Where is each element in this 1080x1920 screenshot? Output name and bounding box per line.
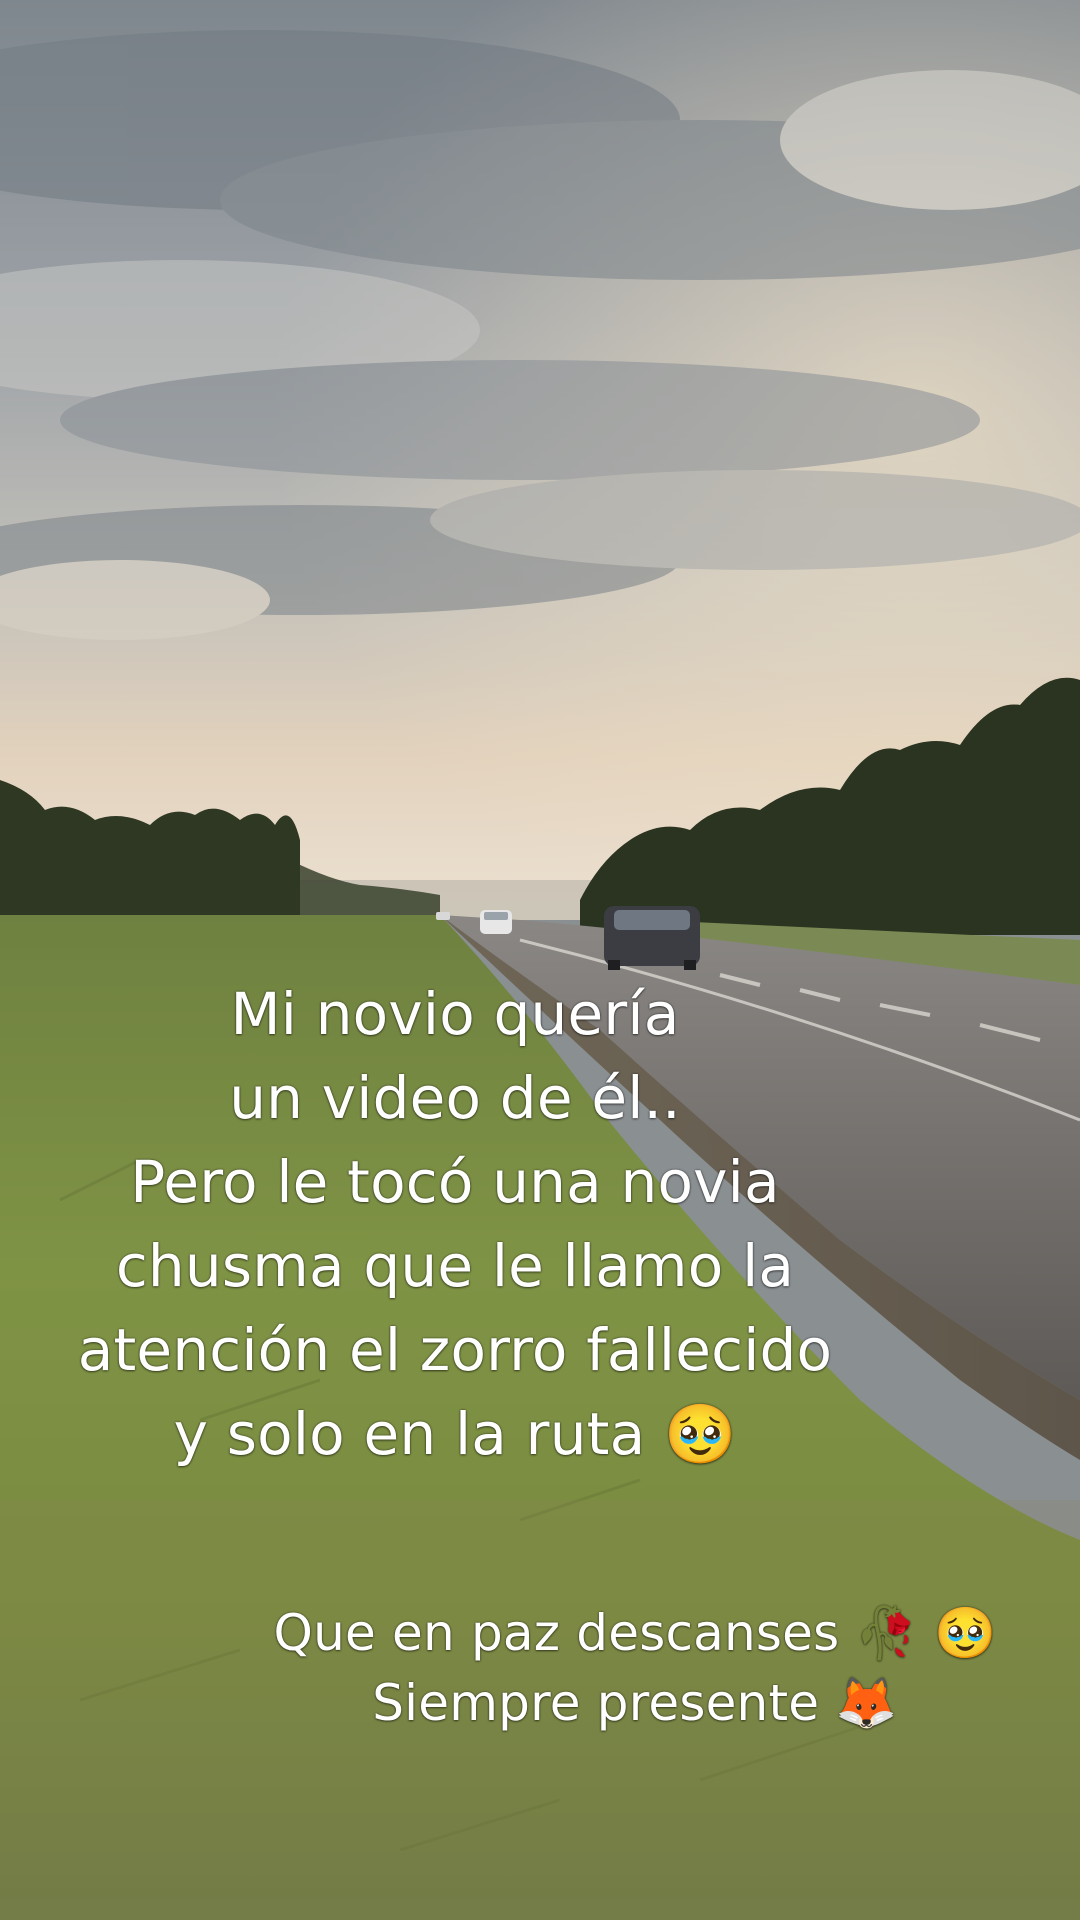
sub-caption-line-1: Que en paz descanses 🥀 🥹: [273, 1604, 997, 1662]
main-caption-line-4: chusma que le llamo la: [115, 1232, 795, 1300]
main-caption-line-3: Pero le tocó una novia: [130, 1148, 780, 1216]
main-caption: Mi novio quería un video de él.. Pero le…: [30, 972, 880, 1476]
car-far: [480, 910, 512, 934]
main-caption-line-6: y solo en la ruta 🥹: [173, 1400, 737, 1468]
main-caption-line-2: un video de él..: [229, 1064, 681, 1132]
car-near: [604, 906, 700, 970]
sub-caption: Que en paz descanses 🥀 🥹 Siempre present…: [240, 1598, 1030, 1738]
sub-caption-line-2: Siempre presente 🦊: [372, 1674, 898, 1732]
main-caption-line-1: Mi novio quería: [230, 980, 680, 1048]
main-caption-line-5: atención el zorro fallecido: [77, 1316, 833, 1384]
